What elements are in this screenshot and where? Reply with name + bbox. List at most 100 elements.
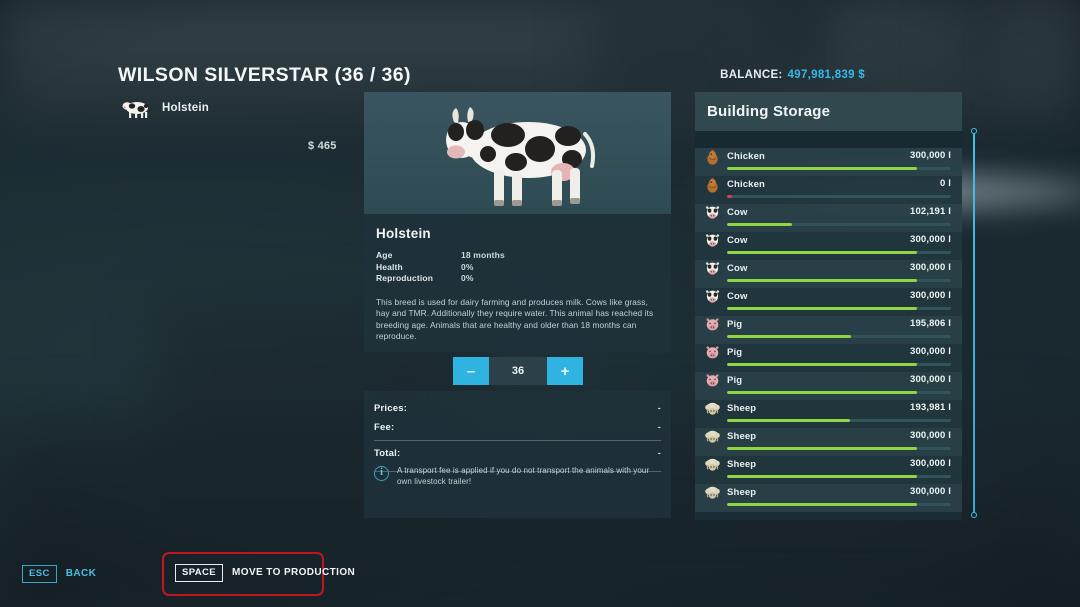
storage-capacity-bar <box>727 307 951 310</box>
storage-row-amount: 300,000 l <box>910 430 951 441</box>
cow-icon <box>704 204 721 221</box>
back-action[interactable]: ESC BACK <box>22 565 96 583</box>
stat-value: 0% <box>461 261 474 272</box>
storage-capacity-fill <box>727 279 918 282</box>
cow-icon <box>704 232 721 249</box>
quantity-stepper[interactable]: – 36 + <box>453 357 583 385</box>
storage-capacity-fill <box>727 167 918 170</box>
stat-label: Age <box>376 250 393 260</box>
storage-capacity-fill <box>727 475 918 478</box>
storage-row-label: Pig <box>727 375 743 386</box>
storage-capacity-fill <box>727 223 792 226</box>
sheep-icon <box>704 428 721 445</box>
stat-row: Age 18 months <box>376 250 659 262</box>
storage-row[interactable]: Cow 300,000 l <box>695 260 962 288</box>
storage-capacity-fill <box>727 251 918 254</box>
price-value: - <box>657 448 661 459</box>
scrollbar-thumb[interactable] <box>973 133 975 513</box>
storage-row[interactable]: Pig 300,000 l <box>695 372 962 400</box>
breed-name: Holstein <box>376 226 431 241</box>
transport-fee-note: i A transport fee is applied if you do n… <box>374 465 661 487</box>
storage-capacity-fill <box>727 419 851 422</box>
price-row-prices: Prices: - <box>364 399 671 418</box>
storage-row-amount: 195,806 l <box>910 318 951 329</box>
storage-capacity-fill <box>727 195 732 198</box>
storage-row[interactable]: Chicken 300,000 l <box>695 148 962 176</box>
storage-capacity-bar <box>727 363 951 366</box>
storage-row-amount: 300,000 l <box>910 346 951 357</box>
storage-row-label: Pig <box>727 319 743 330</box>
animal-list[interactable]: Holstein $ 465 <box>118 96 360 152</box>
storage-capacity-fill <box>727 307 918 310</box>
stat-value: 0% <box>461 273 474 283</box>
storage-row[interactable]: Pig 300,000 l <box>695 344 962 372</box>
storage-row-amount: 0 l <box>939 178 951 189</box>
price-row-fee: Fee: - <box>364 418 671 437</box>
balance-label: BALANCE: <box>720 69 783 81</box>
list-item[interactable]: Holstein <box>118 96 360 120</box>
storage-row[interactable]: Sheep 193,981 l <box>695 400 962 428</box>
storage-row[interactable]: Cow 300,000 l <box>695 288 962 316</box>
storage-row-amount: 102,191 l <box>910 206 951 217</box>
price-label: Total: <box>374 448 401 459</box>
price-row-total: Total: - <box>364 444 671 463</box>
storage-row-list[interactable]: Chicken 300,000 l Chicken 0 l Cow 102,191 l Co… <box>695 148 962 512</box>
scrollbar-bottom-cap <box>971 512 977 518</box>
storage-row[interactable]: Chicken 0 l <box>695 176 962 204</box>
decrease-button[interactable]: – <box>453 357 489 385</box>
stat-label: Reproduction <box>376 273 434 283</box>
stat-row: Reproduction 0% <box>376 273 659 285</box>
stat-label: Health <box>376 261 403 272</box>
animal-detail-panel: Holstein Age 18 months Health 0% Reprodu… <box>364 92 671 352</box>
chicken-icon <box>704 176 721 193</box>
storage-row-label: Cow <box>727 263 748 274</box>
storage-row-label: Sheep <box>727 487 757 498</box>
increase-button[interactable]: + <box>547 357 583 385</box>
storage-capacity-bar <box>727 251 951 254</box>
storage-row-amount: 300,000 l <box>910 234 951 245</box>
storage-row-amount: 300,000 l <box>910 458 951 469</box>
storage-scrollbar[interactable] <box>971 128 977 518</box>
list-item-label: Holstein <box>162 102 209 114</box>
sheep-icon <box>704 400 721 417</box>
storage-row[interactable]: Sheep 300,000 l <box>695 428 962 456</box>
storage-row-amount: 300,000 l <box>910 150 951 161</box>
chicken-icon <box>704 148 721 165</box>
animal-stats: Age 18 months Health 0% Reproduction 0% <box>376 250 659 285</box>
storage-capacity-fill <box>727 335 852 338</box>
storage-row[interactable]: Sheep 300,000 l <box>695 484 962 512</box>
stat-value: 18 months <box>461 250 505 260</box>
cow-render-icon <box>364 92 671 214</box>
storage-capacity-bar <box>727 195 951 198</box>
price-summary-panel: Prices: - Fee: - Total: - i A transport … <box>364 391 671 518</box>
storage-row-label: Sheep <box>727 459 757 470</box>
transport-fee-text: A transport fee is applied if you do not… <box>397 466 650 486</box>
storage-capacity-bar <box>727 475 951 478</box>
animal-price: $ 465 <box>308 140 337 152</box>
storage-capacity-bar <box>727 391 951 394</box>
building-storage-panel: Building Storage Chicken 300,000 l Chicken… <box>695 92 962 520</box>
storage-capacity-bar <box>727 419 951 422</box>
storage-row[interactable]: Cow 102,191 l <box>695 204 962 232</box>
cow-icon <box>704 288 721 305</box>
storage-row-amount: 300,000 l <box>910 374 951 385</box>
balance-value: 497,981,839 $ <box>787 69 865 81</box>
cow-thumb-icon <box>118 97 154 119</box>
move-to-production-action[interactable]: SPACE MOVE TO PRODUCTION <box>162 552 355 596</box>
storage-row[interactable]: Cow 300,000 l <box>695 232 962 260</box>
storage-row-label: Chicken <box>727 179 766 190</box>
pig-icon <box>704 316 721 333</box>
pig-icon <box>704 344 721 361</box>
price-label: Prices: <box>374 403 408 414</box>
storage-capacity-bar <box>727 223 951 226</box>
info-icon: i <box>374 466 389 481</box>
quantity-value: 36 <box>489 357 547 385</box>
storage-capacity-bar <box>727 279 951 282</box>
stat-row: Health 0% <box>376 262 659 274</box>
sheep-icon <box>704 456 721 473</box>
storage-row[interactable]: Pig 195,806 l <box>695 316 962 344</box>
storage-row[interactable]: Sheep 300,000 l <box>695 456 962 484</box>
storage-capacity-fill <box>727 447 918 450</box>
sheep-icon <box>704 484 721 501</box>
back-label: BACK <box>65 568 97 580</box>
